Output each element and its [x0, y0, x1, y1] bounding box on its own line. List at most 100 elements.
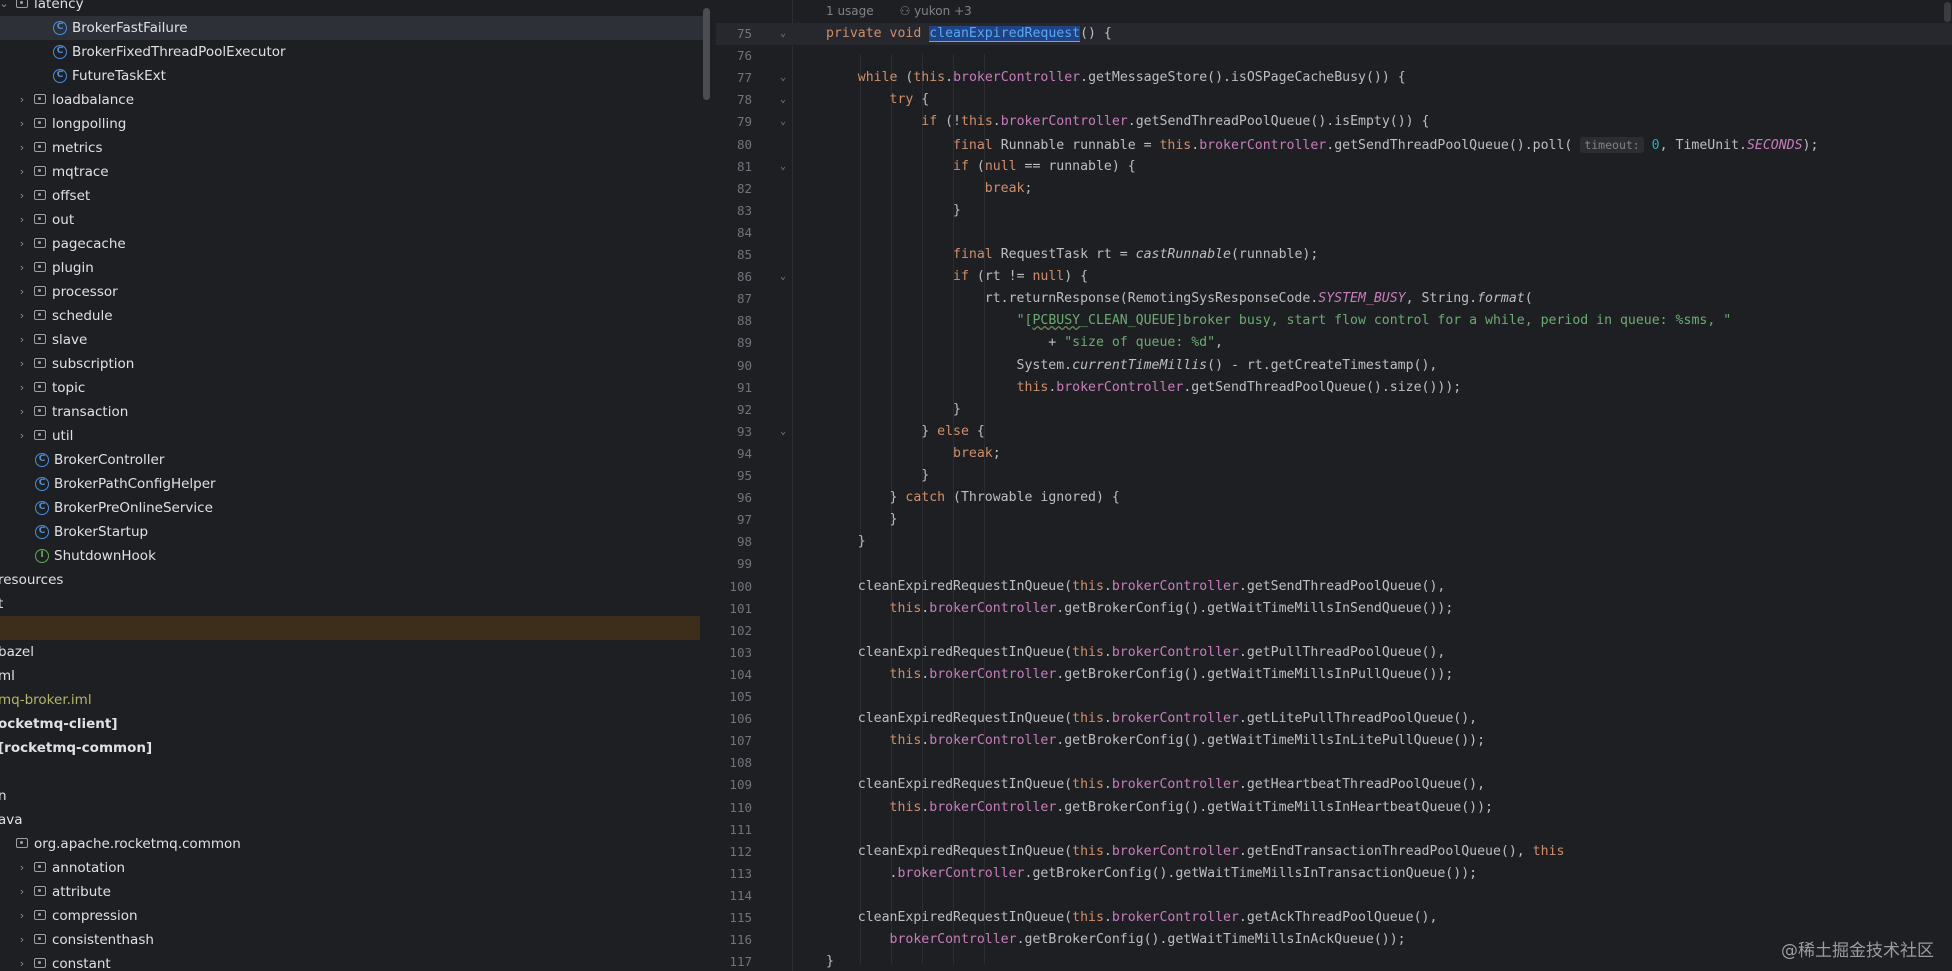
- fold-chevron-icon[interactable]: ⌄: [780, 111, 786, 133]
- chevron-right-icon[interactable]: ›: [16, 256, 28, 280]
- code-line[interactable]: 113 .brokerController.getBrokerConfig().…: [716, 863, 1952, 885]
- code-line[interactable]: 93 ⌄ } else {: [716, 421, 1952, 443]
- tree-item[interactable]: C BrokerPreOnlineService: [0, 496, 704, 520]
- tree-item[interactable]: t: [0, 592, 704, 616]
- tree-item[interactable]: C FutureTaskExt: [0, 64, 704, 88]
- tree-item[interactable]: I ShutdownHook: [0, 544, 704, 568]
- usages-hint[interactable]: 1 usage: [826, 4, 874, 18]
- fold-chevron-icon[interactable]: ⌄: [780, 421, 786, 443]
- chevron-right-icon[interactable]: ›: [16, 352, 28, 376]
- code-line[interactable]: 80 final Runnable runnable = this.broker…: [716, 134, 1952, 156]
- tree-item[interactable]: › slave: [0, 328, 704, 352]
- tree-item[interactable]: C BrokerFixedThreadPoolExecutor: [0, 40, 704, 64]
- chevron-right-icon[interactable]: ›: [16, 208, 28, 232]
- code-line[interactable]: 112 cleanExpiredRequestInQueue(this.brok…: [716, 841, 1952, 863]
- tree-item[interactable]: › mqtrace: [0, 160, 704, 184]
- tree-item[interactable]: bazel: [0, 640, 704, 664]
- tree-item[interactable]: › annotation: [0, 856, 704, 880]
- tree-item[interactable]: › plugin: [0, 256, 704, 280]
- chevron-right-icon[interactable]: ›: [16, 904, 28, 928]
- tree-item[interactable]: org.apache.rocketmq.common: [0, 832, 704, 856]
- fold-chevron-icon[interactable]: ⌄: [780, 266, 786, 288]
- code-line[interactable]: 106 cleanExpiredRequestInQueue(this.brok…: [716, 708, 1952, 730]
- code-line[interactable]: 101 this.brokerController.getBrokerConfi…: [716, 598, 1952, 620]
- fold-chevron-icon[interactable]: ⌄: [780, 67, 786, 89]
- chevron-right-icon[interactable]: ›: [16, 424, 28, 448]
- tree-item[interactable]: › longpolling: [0, 112, 704, 136]
- tree-item[interactable]: ocketmq-client]: [0, 712, 704, 736]
- code-line[interactable]: 104 this.brokerController.getBrokerConfi…: [716, 664, 1952, 686]
- code-editor[interactable]: 1 usage ⚇ yukon +3 75 ⌄ private void clean…: [716, 0, 1952, 971]
- code-line[interactable]: 82 break;: [716, 178, 1952, 200]
- code-line[interactable]: 90 System.currentTimeMillis() - rt.getCr…: [716, 355, 1952, 377]
- fold-chevron-icon[interactable]: ⌄: [780, 156, 786, 178]
- tree-item[interactable]: resources: [0, 568, 704, 592]
- chevron-down-icon[interactable]: ⌄: [0, 0, 10, 16]
- chevron-right-icon[interactable]: ›: [16, 328, 28, 352]
- code-line[interactable]: 100 cleanExpiredRequestInQueue(this.brok…: [716, 576, 1952, 598]
- fold-chevron-icon[interactable]: ⌄: [780, 23, 786, 45]
- code-line[interactable]: 86 ⌄ if (rt != null) {: [716, 266, 1952, 288]
- code-line[interactable]: 95 }: [716, 465, 1952, 487]
- tree-item[interactable]: [rocketmq-common]: [0, 736, 704, 760]
- chevron-right-icon[interactable]: ›: [16, 160, 28, 184]
- code-line[interactable]: 89 + "size of queue: %d",: [716, 332, 1952, 354]
- tree-item[interactable]: C BrokerStartup: [0, 520, 704, 544]
- chevron-right-icon[interactable]: ›: [16, 88, 28, 112]
- code-line[interactable]: 85 final RequestTask rt = castRunnable(r…: [716, 244, 1952, 266]
- code-vision-hint[interactable]: 1 usage ⚇ yukon +3: [826, 4, 994, 18]
- tree-item[interactable]: ava: [0, 808, 704, 832]
- chevron-right-icon[interactable]: ›: [16, 184, 28, 208]
- code-line[interactable]: 117}: [716, 951, 1952, 971]
- tree-item[interactable]: › attribute: [0, 880, 704, 904]
- tree-item[interactable]: › pagecache: [0, 232, 704, 256]
- tree-item[interactable]: ⌄ latency: [0, 0, 704, 16]
- code-line[interactable]: 115 cleanExpiredRequestInQueue(this.brok…: [716, 907, 1952, 929]
- code-line[interactable]: 76: [716, 45, 1952, 67]
- tree-item[interactable]: › processor: [0, 280, 704, 304]
- code-line[interactable]: 92 }: [716, 399, 1952, 421]
- author-hint[interactable]: ⚇ yukon +3: [900, 4, 972, 18]
- tree-item[interactable]: › util: [0, 424, 704, 448]
- editor-scrollbar[interactable]: [1944, 2, 1951, 22]
- tree-item[interactable]: [0, 616, 700, 640]
- chevron-right-icon[interactable]: ›: [16, 880, 28, 904]
- code-line[interactable]: 108: [716, 752, 1952, 774]
- code-line[interactable]: 88 "[PCBUSY_CLEAN_QUEUE]broker busy, sta…: [716, 310, 1952, 332]
- tree-item[interactable]: › schedule: [0, 304, 704, 328]
- tree-item[interactable]: › loadbalance: [0, 88, 704, 112]
- code-line[interactable]: 81 ⌄ if (null == runnable) {: [716, 156, 1952, 178]
- code-line[interactable]: 83 }: [716, 200, 1952, 222]
- tree-item[interactable]: [0, 760, 704, 784]
- chevron-right-icon[interactable]: ›: [16, 928, 28, 952]
- tree-item[interactable]: › subscription: [0, 352, 704, 376]
- code-line[interactable]: 107 this.brokerController.getBrokerConfi…: [716, 730, 1952, 752]
- tree-item[interactable]: C BrokerFastFailure: [0, 16, 704, 40]
- tree-item[interactable]: › consistenthash: [0, 928, 704, 952]
- tree-item[interactable]: › transaction: [0, 400, 704, 424]
- code-line[interactable]: 114: [716, 885, 1952, 907]
- code-line[interactable]: 79 ⌄ if (!this.brokerController.getSendTh…: [716, 111, 1952, 133]
- tree-item[interactable]: › topic: [0, 376, 704, 400]
- code-line[interactable]: 77 ⌄ while (this.brokerController.getMess…: [716, 67, 1952, 89]
- tree-item[interactable]: mq-broker.iml: [0, 688, 704, 712]
- chevron-right-icon[interactable]: ›: [16, 376, 28, 400]
- code-line[interactable]: 84: [716, 222, 1952, 244]
- code-line[interactable]: 94 break;: [716, 443, 1952, 465]
- chevron-right-icon[interactable]: ›: [16, 136, 28, 160]
- chevron-right-icon[interactable]: ›: [16, 232, 28, 256]
- tree-item[interactable]: › metrics: [0, 136, 704, 160]
- code-line[interactable]: 116 brokerController.getBrokerConfig().g…: [716, 929, 1952, 951]
- chevron-right-icon[interactable]: ›: [16, 856, 28, 880]
- code-line[interactable]: 110 this.brokerController.getBrokerConfi…: [716, 797, 1952, 819]
- tree-item[interactable]: C BrokerPathConfigHelper: [0, 472, 704, 496]
- chevron-right-icon[interactable]: ›: [16, 400, 28, 424]
- code-line[interactable]: 99: [716, 553, 1952, 575]
- code-line[interactable]: 75 ⌄ private void cleanExpiredRequest() {: [716, 23, 1952, 45]
- code-line[interactable]: 78 ⌄ try {: [716, 89, 1952, 111]
- code-line[interactable]: 98 }: [716, 531, 1952, 553]
- code-line[interactable]: 102: [716, 620, 1952, 642]
- code-line[interactable]: 105: [716, 686, 1952, 708]
- tree-item[interactable]: ml: [0, 664, 704, 688]
- tree-item[interactable]: › compression: [0, 904, 704, 928]
